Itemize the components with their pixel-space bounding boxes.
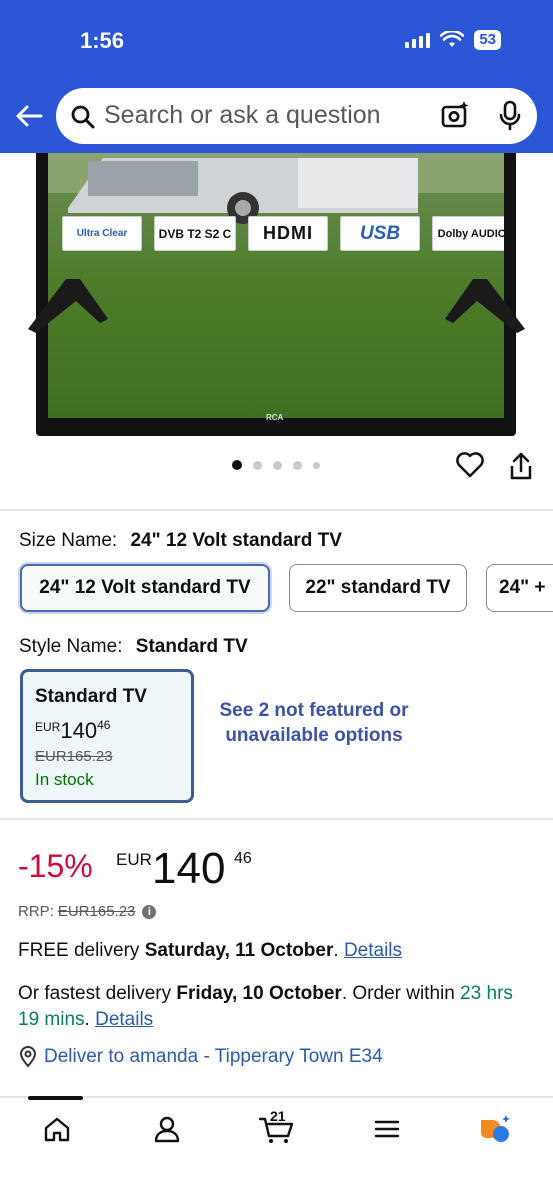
- menu-icon[interactable]: [372, 1114, 402, 1144]
- microphone-icon[interactable]: [498, 100, 522, 132]
- status-icons: 53: [405, 30, 501, 50]
- style-card-price-fraction: 46: [97, 718, 111, 732]
- tv-stand-left: [28, 279, 108, 333]
- product-image-carousel[interactable]: Ultra Clear DVB T2 S2 C HDMI USB Dolby A…: [0, 153, 553, 493]
- cart-icon[interactable]: [258, 1114, 296, 1144]
- size-option-24-plus[interactable]: 24" +: [486, 564, 553, 612]
- tv-brand-logo: RCA: [266, 413, 284, 422]
- style-card-old-price: EUR165.23: [35, 748, 113, 765]
- tv-screen-image: Ultra Clear DVB T2 S2 C HDMI USB Dolby A…: [48, 153, 504, 418]
- deliver-to-location[interactable]: Deliver to amanda - Tipperary Town E34: [18, 1046, 383, 1068]
- price-fraction: 46: [234, 850, 252, 867]
- carousel-dot[interactable]: [293, 460, 302, 470]
- logo-dolby-audio: Dolby AUDIO: [432, 216, 504, 251]
- share-icon[interactable]: [508, 451, 534, 481]
- cellular-signal-icon: [405, 32, 431, 48]
- style-heading: Style Name: Standard TV: [19, 636, 248, 658]
- rrp-label: RRP:: [18, 903, 54, 920]
- carousel-dot[interactable]: [273, 460, 282, 470]
- logo-dvb: DVB T2 S2 C: [154, 216, 236, 251]
- free-delivery-date: Saturday, 11 October: [144, 940, 334, 961]
- logo-usb: USB: [340, 216, 420, 251]
- rrp-value: EUR165.23: [57, 903, 136, 920]
- logo-ultra-clear: Ultra Clear: [62, 216, 142, 251]
- style-option-standard-tv[interactable]: Standard TV EUR14046 EUR165.23 In stock: [20, 669, 194, 803]
- free-delivery-prefix: FREE delivery: [18, 940, 140, 961]
- size-heading: Size Name: 24" 12 Volt standard TV: [19, 530, 342, 552]
- rufus-assistant-icon[interactable]: [478, 1114, 514, 1144]
- fastest-delivery-prefix: Or fastest delivery: [18, 983, 172, 1004]
- feature-logos: Ultra Clear DVB T2 S2 C HDMI USB Dolby A…: [62, 216, 504, 251]
- home-icon[interactable]: [42, 1114, 72, 1144]
- see-unavailable-options-link[interactable]: See 2 not featured or unavailable option…: [214, 698, 414, 748]
- discount-percentage: -15%: [18, 848, 93, 884]
- info-icon[interactable]: i: [142, 904, 157, 919]
- section-divider: [0, 509, 553, 511]
- logo-hdmi: HDMI: [248, 216, 328, 251]
- free-delivery-details-link[interactable]: Details: [344, 940, 402, 961]
- size-label: Size Name:: [19, 530, 118, 551]
- size-option-24-12v[interactable]: 24" 12 Volt standard TV: [20, 564, 270, 612]
- fastest-delivery-date: Friday, 10 October: [176, 983, 342, 1004]
- style-card-currency: EUR: [35, 720, 61, 734]
- carousel-dot[interactable]: [313, 461, 320, 469]
- carousel-dot[interactable]: [232, 460, 242, 470]
- motorhome-illustration: [48, 153, 504, 224]
- free-delivery: FREE delivery Saturday, 11 October. Deta…: [18, 940, 403, 961]
- stock-status: In stock: [35, 770, 94, 789]
- app-header: 1:56 53 Search or ask a question: [0, 0, 553, 153]
- order-within-label: Order within: [352, 983, 455, 1004]
- active-tab-indicator: [28, 1096, 83, 1100]
- fastest-delivery-details-link[interactable]: Details: [95, 1009, 153, 1030]
- size-selected-value: 24" 12 Volt standard TV: [130, 530, 342, 551]
- carousel-dot[interactable]: [253, 460, 262, 470]
- price-whole: 140: [152, 844, 226, 893]
- location-pin-icon: [19, 1046, 37, 1068]
- search-icon: [71, 105, 95, 129]
- style-card-title: Standard TV: [35, 686, 147, 707]
- wifi-icon: [440, 31, 465, 47]
- section-divider: [0, 818, 553, 820]
- back-arrow-icon[interactable]: [14, 102, 44, 130]
- search-placeholder: Search or ask a question: [104, 101, 381, 129]
- camera-search-icon[interactable]: [440, 100, 470, 130]
- style-label: Style Name:: [19, 636, 123, 657]
- search-input[interactable]: Search or ask a question: [56, 88, 537, 144]
- price-currency: EUR: [116, 850, 152, 869]
- style-card-price: EUR14046: [35, 718, 110, 744]
- style-card-price-whole: 140: [60, 718, 98, 743]
- fastest-delivery: Or fastest delivery Friday, 10 October. …: [18, 983, 513, 1030]
- battery-indicator: 53: [474, 30, 501, 50]
- wishlist-heart-icon[interactable]: [455, 451, 485, 479]
- size-option-22[interactable]: 22" standard TV: [289, 564, 467, 612]
- carousel-dots[interactable]: [232, 460, 320, 470]
- deliver-to-text: Deliver to amanda - Tipperary Town E34: [44, 1046, 383, 1067]
- bottom-navigation: 21: [0, 1096, 553, 1200]
- tv-stand-right: [445, 279, 525, 333]
- style-selected-value: Standard TV: [135, 636, 248, 657]
- account-icon[interactable]: [152, 1114, 182, 1144]
- rrp-row: RRP: EUR165.23 i: [18, 903, 157, 920]
- status-time: 1:56: [80, 28, 125, 53]
